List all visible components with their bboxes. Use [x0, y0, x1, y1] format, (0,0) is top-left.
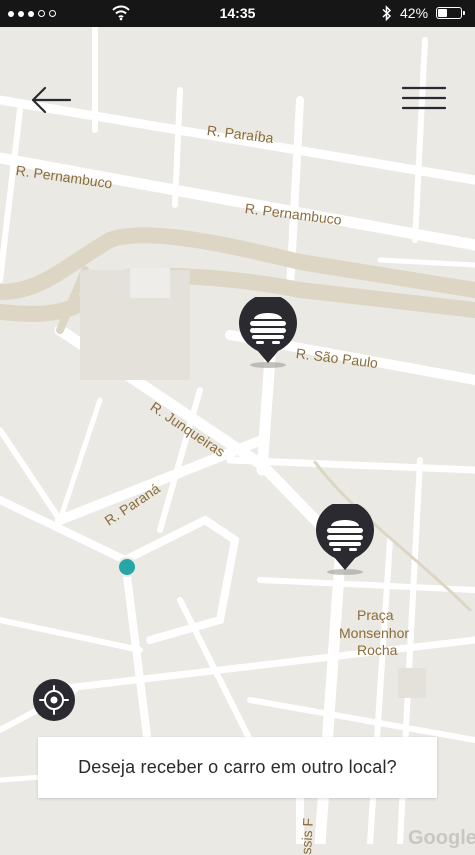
battery-percentage: 42%: [400, 5, 429, 21]
prompt-text: Deseja receber o carro em outro local?: [78, 757, 397, 777]
arrow-left-icon: [31, 86, 72, 114]
status-bar: 14:35 42%: [0, 0, 475, 27]
car-pin-1[interactable]: [237, 294, 299, 369]
place-label-praca: Praça: [357, 607, 394, 623]
bluetooth-icon: [382, 5, 392, 22]
menu-button[interactable]: [401, 85, 447, 111]
crosshair-location-icon: [39, 685, 69, 715]
google-attribution: Google: [408, 827, 475, 849]
user-location-marker: [117, 557, 137, 577]
car-pin-icon: [316, 501, 374, 575]
car-pin-2[interactable]: [314, 501, 376, 576]
map-view[interactable]: R. Paraíba R. Pernambuco R. Pernambuco R…: [0, 27, 475, 855]
back-button[interactable]: [30, 85, 72, 115]
hamburger-menu-icon: [401, 86, 447, 110]
map-roads: [0, 27, 475, 844]
change-location-prompt[interactable]: Deseja receber o carro em outro local?: [38, 737, 437, 798]
street-label-bottom: ssis F: [298, 817, 316, 855]
car-pin-icon: [239, 294, 297, 368]
place-label-rocha: Rocha: [357, 642, 398, 658]
battery-icon: [436, 7, 465, 19]
place-label-monsenhor: Monsenhor: [339, 625, 410, 641]
locate-me-button[interactable]: [33, 679, 75, 721]
